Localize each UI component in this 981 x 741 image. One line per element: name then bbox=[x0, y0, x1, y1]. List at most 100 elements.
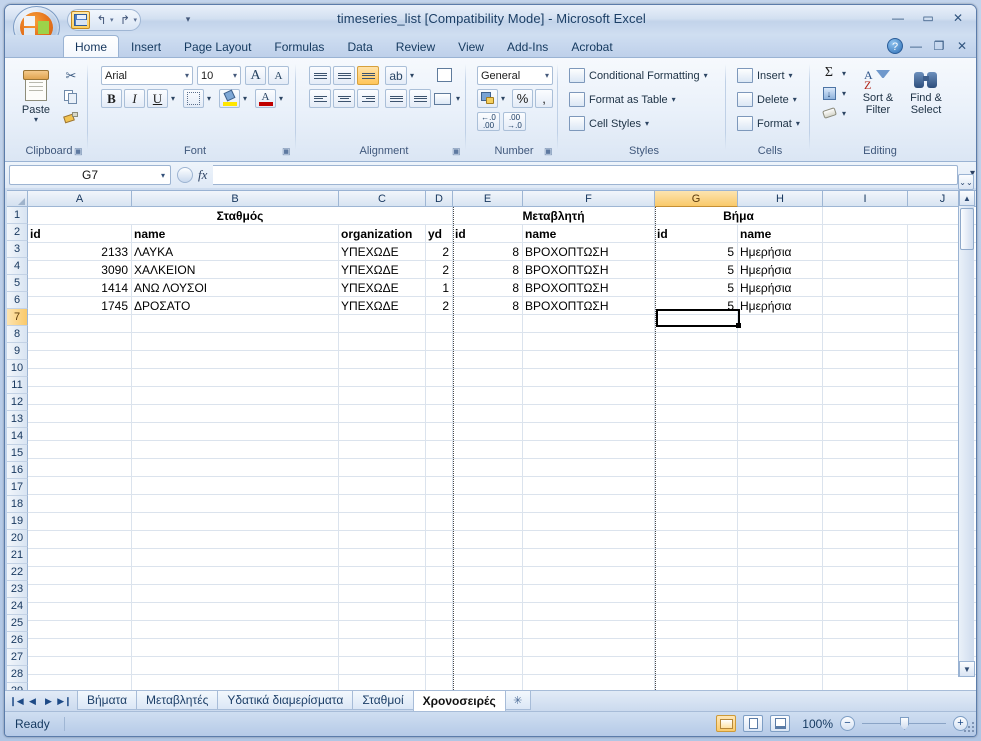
tab-page-layout[interactable]: Page Layout bbox=[173, 37, 262, 57]
zoom-slider[interactable] bbox=[862, 717, 946, 730]
row-header-23[interactable]: 23 bbox=[7, 581, 28, 598]
zoom-level[interactable]: 100% bbox=[797, 717, 833, 731]
cell-d22[interactable] bbox=[426, 585, 453, 602]
wrap-text-icon[interactable] bbox=[431, 64, 457, 86]
find-and-select-button[interactable]: Find & Select bbox=[903, 64, 949, 134]
cell-g14[interactable] bbox=[655, 441, 738, 458]
cell-i25[interactable] bbox=[823, 639, 908, 656]
cell-c25[interactable] bbox=[339, 639, 426, 656]
cell-f21[interactable] bbox=[523, 567, 655, 584]
cell-g8[interactable] bbox=[655, 333, 738, 350]
alignment-dialog-launcher[interactable]: ▣ bbox=[452, 146, 462, 156]
row-header-12[interactable]: 12 bbox=[7, 394, 28, 411]
cell-h25[interactable] bbox=[738, 639, 823, 656]
select-all-button[interactable] bbox=[7, 191, 28, 207]
cell-f9[interactable] bbox=[523, 351, 655, 368]
cell-a23[interactable] bbox=[28, 603, 132, 620]
cell-g26[interactable] bbox=[655, 657, 738, 674]
normal-view-icon[interactable] bbox=[716, 715, 736, 732]
font-dialog-launcher[interactable]: ▣ bbox=[282, 146, 292, 156]
currency-dropdown-icon[interactable]: ▾ bbox=[498, 89, 508, 108]
tab-formulas[interactable]: Formulas bbox=[263, 37, 335, 57]
cell-i20[interactable] bbox=[823, 549, 908, 566]
cell-i24[interactable] bbox=[823, 621, 908, 638]
column-header-d[interactable]: D bbox=[426, 191, 453, 207]
cell-e26[interactable] bbox=[453, 657, 523, 674]
sheet-tab-chronoseires[interactable]: Χρονοσειρές bbox=[412, 691, 506, 712]
cell-f22[interactable] bbox=[523, 585, 655, 602]
zoom-out-button[interactable]: − bbox=[840, 716, 855, 731]
font-size-dropdown-icon[interactable]: ▾ bbox=[233, 71, 237, 80]
cell-i5[interactable] bbox=[823, 279, 908, 296]
cell-e7[interactable] bbox=[453, 315, 523, 332]
cell-i26[interactable] bbox=[823, 657, 908, 674]
cell-d14[interactable] bbox=[426, 441, 453, 458]
cell-styles-dropdown-icon[interactable]: ▾ bbox=[645, 119, 649, 128]
cut-icon[interactable]: ✂ bbox=[61, 66, 81, 85]
row-header-7[interactable]: 7 bbox=[7, 309, 28, 326]
cell-f8[interactable] bbox=[523, 333, 655, 350]
cell-f12[interactable] bbox=[523, 405, 655, 422]
cell-c4[interactable]: ΥΠΕΧΩΔΕ bbox=[339, 261, 426, 278]
comma-style-button[interactable]: , bbox=[535, 89, 553, 108]
cell-f14[interactable] bbox=[523, 441, 655, 458]
cell-i23[interactable] bbox=[823, 603, 908, 620]
cell-a26[interactable] bbox=[28, 657, 132, 674]
cell-h2[interactable]: name bbox=[738, 225, 823, 242]
cell-a24[interactable] bbox=[28, 621, 132, 638]
cell-e19[interactable] bbox=[453, 531, 523, 548]
cell-g11[interactable] bbox=[655, 387, 738, 404]
conditional-formatting-button[interactable]: Conditional Formatting ▾ bbox=[569, 68, 708, 83]
paste-button[interactable]: Paste ▾ bbox=[15, 64, 57, 136]
number-format-dropdown-icon[interactable]: ▾ bbox=[545, 71, 549, 80]
align-top-icon[interactable] bbox=[309, 66, 331, 85]
cell-d16[interactable] bbox=[426, 477, 453, 494]
cell-f13[interactable] bbox=[523, 423, 655, 440]
cell-g18[interactable] bbox=[655, 513, 738, 530]
cell-b10[interactable] bbox=[132, 369, 339, 386]
row-header-15[interactable]: 15 bbox=[7, 445, 28, 462]
name-box-dropdown-icon[interactable]: ▾ bbox=[161, 171, 165, 180]
close-button[interactable]: ✕ bbox=[944, 9, 972, 27]
orientation-icon[interactable]: ab bbox=[385, 66, 407, 85]
cell-d11[interactable] bbox=[426, 387, 453, 404]
cell-b20[interactable] bbox=[132, 549, 339, 566]
cell-f26[interactable] bbox=[523, 657, 655, 674]
merge-dropdown-icon[interactable]: ▾ bbox=[453, 89, 463, 108]
cell-b18[interactable] bbox=[132, 513, 339, 530]
cell-i1[interactable] bbox=[823, 207, 976, 224]
cell-f2[interactable]: name bbox=[523, 225, 655, 242]
paste-dropdown-icon[interactable]: ▾ bbox=[34, 116, 38, 124]
italic-button[interactable]: I bbox=[124, 89, 145, 108]
cell-d17[interactable] bbox=[426, 495, 453, 512]
cell-i7[interactable] bbox=[823, 315, 908, 332]
insert-function-icon[interactable]: fx bbox=[198, 167, 207, 183]
cell-g24[interactable] bbox=[655, 621, 738, 638]
cell-e1-merged-variable-title[interactable]: Μεταβλητή bbox=[453, 207, 655, 224]
cell-c22[interactable] bbox=[339, 585, 426, 602]
cell-i3[interactable] bbox=[823, 243, 908, 260]
number-format-select[interactable]: General ▾ bbox=[477, 66, 553, 85]
cell-i16[interactable] bbox=[823, 477, 908, 494]
row-header-8[interactable]: 8 bbox=[7, 326, 28, 343]
cell-a20[interactable] bbox=[28, 549, 132, 566]
cell-c26[interactable] bbox=[339, 657, 426, 674]
cell-g16[interactable] bbox=[655, 477, 738, 494]
cell-g2[interactable]: id bbox=[655, 225, 738, 242]
cell-b16[interactable] bbox=[132, 477, 339, 494]
cell-e2[interactable]: id bbox=[453, 225, 523, 242]
format-as-table-button[interactable]: Format as Table ▾ bbox=[569, 92, 676, 107]
cell-a14[interactable] bbox=[28, 441, 132, 458]
row-header-11[interactable]: 11 bbox=[7, 377, 28, 394]
cell-h24[interactable] bbox=[738, 621, 823, 638]
cell-b7[interactable] bbox=[132, 315, 339, 332]
cell-h18[interactable] bbox=[738, 513, 823, 530]
page-layout-view-icon[interactable] bbox=[743, 715, 763, 732]
fill-down-icon[interactable]: ↓ bbox=[819, 84, 839, 102]
cell-i8[interactable] bbox=[823, 333, 908, 350]
cell-h11[interactable] bbox=[738, 387, 823, 404]
cell-h7[interactable] bbox=[738, 315, 823, 332]
cell-c9[interactable] bbox=[339, 351, 426, 368]
clear-dropdown-icon[interactable]: ▾ bbox=[839, 104, 849, 122]
row-header-21[interactable]: 21 bbox=[7, 547, 28, 564]
